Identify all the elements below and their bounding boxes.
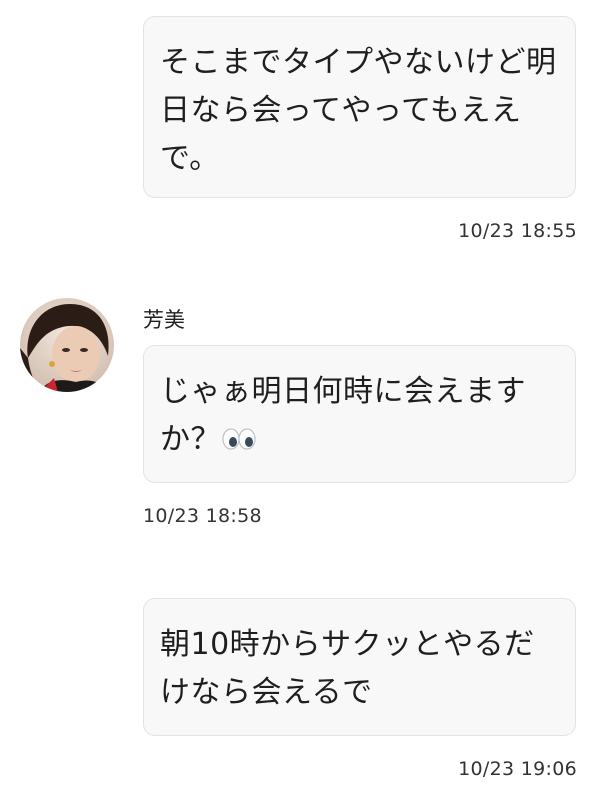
user-photo-avatar-icon	[20, 298, 114, 392]
eyes-emoji-icon	[221, 418, 257, 466]
message-timestamp: 10/23 18:55	[458, 220, 577, 242]
message-timestamp: 10/23 18:58	[143, 505, 262, 527]
message-text: 朝10時からサクッとやるだけなら会えるで	[160, 627, 535, 710]
message-timestamp: 10/23 19:06	[458, 758, 577, 780]
sender-avatar[interactable]	[20, 298, 114, 392]
message-text: そこまでタイプやないけど明日なら会ってやってもええで。	[160, 45, 557, 176]
message-bubble[interactable]: そこまでタイプやないけど明日なら会ってやってもええで。	[143, 16, 576, 198]
message-bubble[interactable]: じゃぁ明日何時に会えますか？	[143, 345, 576, 483]
message-text: じゃぁ明日何時に会えますか？	[160, 374, 526, 457]
sender-name: 芳美	[143, 308, 185, 332]
chat-thread: そこまでタイプやないけど明日なら会ってやってもええで。 10/23 18:55	[0, 0, 589, 794]
message-bubble[interactable]: 朝10時からサクッとやるだけなら会えるで	[143, 598, 576, 736]
